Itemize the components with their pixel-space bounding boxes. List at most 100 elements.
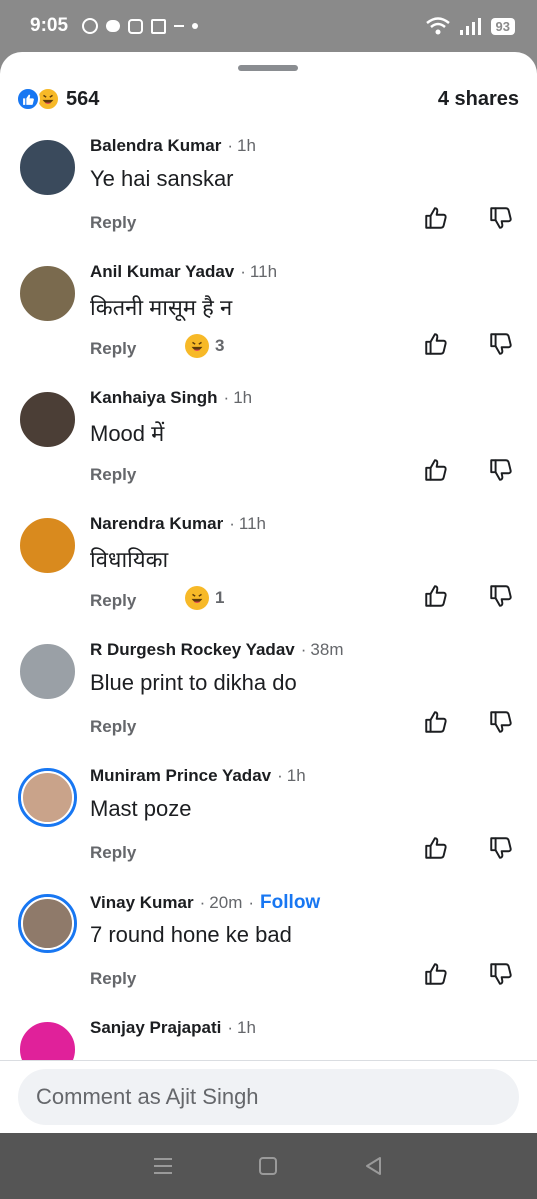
thumbs-up-icon[interactable] (423, 835, 449, 861)
separator-dot: · (300, 640, 307, 659)
thumbs-down-icon[interactable] (488, 709, 514, 735)
follow-button[interactable]: Follow (260, 892, 320, 914)
comment-item: Anil Kumar Yadav · 11h कितनी मासूम है न Repl… (0, 258, 537, 384)
status-right: 93 (425, 16, 515, 36)
thumbs-down-icon[interactable] (488, 205, 514, 231)
thumbs-down-icon[interactable] (488, 331, 514, 357)
back-icon[interactable] (362, 1154, 386, 1178)
avatar-image (21, 771, 74, 824)
comment-item: Kanhaiya Singh · 1h Mood में Reply (0, 384, 537, 510)
comment-time: 11h (238, 514, 266, 533)
dot-icon (192, 23, 199, 29)
reply-button[interactable]: Reply (90, 969, 136, 989)
comment-text: Blue print to dikha do (90, 670, 297, 695)
reaction-count[interactable]: 564 (66, 88, 99, 111)
commenter-name[interactable]: Sanjay Prajapati (90, 1018, 221, 1038)
haha-icon (185, 586, 209, 610)
avatar[interactable] (18, 1020, 77, 1060)
comment-meta: Balendra Kumar · 1h (90, 136, 256, 156)
avatar[interactable] (18, 516, 77, 575)
system-nav-bar (0, 1133, 537, 1199)
thumbs-up-icon[interactable] (423, 205, 449, 231)
reaction-summary: 564 4 shares (16, 84, 519, 114)
thumbs-down-icon[interactable] (488, 583, 514, 609)
reply-button[interactable]: Reply (90, 465, 136, 485)
reply-button[interactable]: Reply (90, 213, 136, 233)
comment-item: Balendra Kumar · 1h Ye hai sanskar Reply (0, 132, 537, 258)
home-icon[interactable] (256, 1154, 280, 1178)
comment-meta: Kanhaiya Singh · 1h (90, 388, 252, 408)
comment-meta: Sanjay Prajapati · 1h (90, 1018, 256, 1038)
drag-handle[interactable] (238, 65, 298, 71)
avatar[interactable] (18, 894, 77, 953)
comment-meta: Vinay Kumar · 20m · Follow (90, 892, 320, 914)
comment-reactions[interactable]: 3 (185, 334, 224, 358)
app-icon (151, 18, 167, 34)
avatar[interactable] (18, 264, 77, 323)
separator-dot: · (277, 766, 283, 785)
whatsapp-icon (82, 18, 99, 34)
comment-time: 38m (310, 640, 344, 659)
commenter-name[interactable]: Vinay Kumar (90, 893, 194, 913)
separator-dot: · (229, 514, 235, 533)
message-icon (106, 20, 121, 32)
commenter-name[interactable]: Kanhaiya Singh (90, 388, 218, 408)
comment-reactions[interactable]: 1 (185, 586, 224, 610)
avatar[interactable] (18, 642, 77, 701)
comment-input[interactable] (18, 1069, 519, 1125)
wifi-icon (425, 17, 450, 35)
notification-icons (82, 18, 199, 34)
avatar[interactable] (18, 390, 77, 449)
comment-meta: Muniram Prince Yadav · 1h (90, 766, 306, 786)
avatar-image (18, 264, 77, 323)
thumbs-up-icon[interactable] (423, 709, 449, 735)
separator-dot: · (240, 262, 246, 281)
comment-text: Mast poze (90, 796, 192, 821)
thumbs-down-icon[interactable] (488, 835, 514, 861)
comment-item: Narendra Kumar · 11h विधायिका Reply 1 (0, 510, 537, 636)
separator-dot: · (227, 136, 233, 155)
comment-item: Muniram Prince Yadav · 1h Mast poze Reply (0, 762, 537, 888)
commenter-name[interactable]: Anil Kumar Yadav (90, 262, 234, 282)
comment-text: 7 round hone ke bad (90, 922, 292, 947)
shares-count[interactable]: 4 shares (438, 88, 519, 111)
comment-text: Mood में (90, 421, 165, 446)
menu-icon[interactable] (151, 1154, 175, 1178)
separator-dot: · (199, 893, 206, 912)
reply-button[interactable]: Reply (90, 843, 136, 863)
thumbs-up-icon[interactable] (423, 961, 449, 987)
comment-text: कितनी मासूम है न (90, 295, 233, 320)
comments-sheet: 564 4 shares Balendra Kumar · 1h Ye hai san… (0, 52, 537, 1133)
instagram-icon (128, 18, 144, 34)
thumbs-down-icon[interactable] (488, 457, 514, 483)
avatar[interactable] (18, 768, 77, 827)
comment-meta: Narendra Kumar · 11h (90, 514, 266, 534)
comment-item: Vinay Kumar · 20m · Follow 7 round hone ke ba… (0, 888, 537, 1014)
avatar[interactable] (18, 138, 77, 197)
thumbs-up-icon[interactable] (423, 457, 449, 483)
thumbs-up-icon[interactable] (423, 331, 449, 357)
comment-composer (0, 1060, 537, 1133)
comment-list: Balendra Kumar · 1h Ye hai sanskar Reply Anil… (0, 132, 537, 1060)
thumbs-up-icon[interactable] (423, 583, 449, 609)
reply-button[interactable]: Reply (90, 591, 136, 611)
separator-dot: · (248, 893, 255, 912)
comment-meta: Anil Kumar Yadav · 11h (90, 262, 277, 282)
comment-time: 1h (237, 136, 256, 155)
thumbs-down-icon[interactable] (488, 961, 514, 987)
separator-dot: · (223, 388, 230, 407)
signal-icon (459, 18, 481, 35)
status-time: 9:05 (30, 15, 69, 36)
avatar-image (18, 138, 77, 197)
comment-text: विधायिका (90, 547, 169, 572)
commenter-name[interactable]: Muniram Prince Yadav (90, 766, 271, 786)
reply-button[interactable]: Reply (90, 717, 136, 737)
commenter-name[interactable]: Narendra Kumar (90, 514, 223, 534)
haha-icon (185, 334, 209, 358)
reply-button[interactable]: Reply (90, 339, 136, 359)
like-icon[interactable] (16, 87, 40, 111)
comment-time: 1h (233, 388, 253, 407)
reaction-count: 3 (215, 336, 225, 355)
commenter-name[interactable]: Balendra Kumar (90, 136, 221, 156)
commenter-name[interactable]: R Durgesh Rockey Yadav (90, 640, 295, 660)
